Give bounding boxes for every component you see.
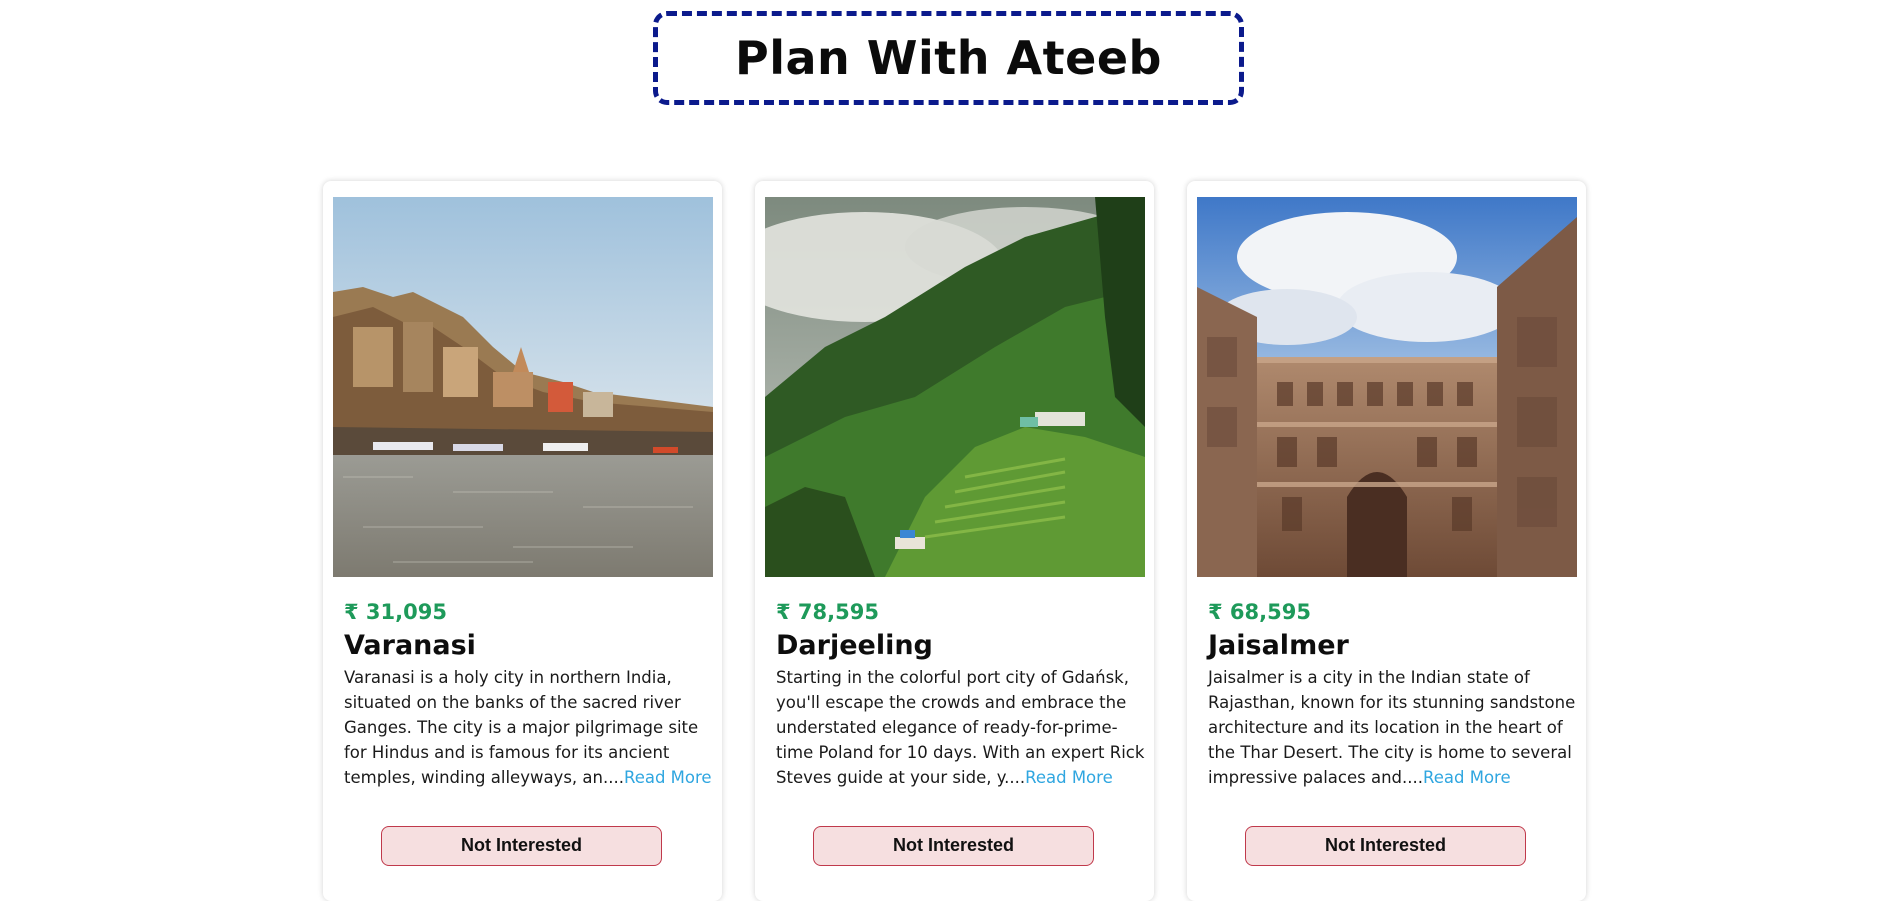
tour-name: Varanasi — [344, 630, 476, 661]
read-more-link[interactable]: Read More — [1423, 768, 1511, 787]
tour-card-darjeeling: ₹ 78,595 Darjeeling Starting in the colo… — [755, 181, 1154, 901]
tour-description: Jaisalmer is a city in the Indian state … — [1208, 665, 1578, 790]
tour-price: ₹ 31,095 — [344, 600, 447, 624]
read-more-link[interactable]: Read More — [624, 768, 712, 787]
tour-image — [1197, 197, 1577, 577]
not-interested-button[interactable]: Not Interested — [813, 826, 1094, 866]
jaisalmer-palace-photo — [1197, 197, 1577, 577]
tour-card-varanasi: ₹ 31,095 Varanasi Varanasi is a holy cit… — [323, 181, 722, 901]
tour-description: Varanasi is a holy city in northern Indi… — [344, 665, 714, 790]
header-title-box: Plan With Ateeb — [653, 11, 1244, 105]
tour-image — [765, 197, 1145, 577]
tour-description-text: Jaisalmer is a city in the Indian state … — [1208, 668, 1576, 787]
not-interested-button[interactable]: Not Interested — [1245, 826, 1526, 866]
darjeeling-hills-photo — [765, 197, 1145, 577]
tour-image — [333, 197, 713, 577]
not-interested-button[interactable]: Not Interested — [381, 826, 662, 866]
tour-price: ₹ 68,595 — [1208, 600, 1311, 624]
tour-name: Darjeeling — [776, 630, 933, 661]
varanasi-ghats-photo — [333, 197, 713, 577]
page-title: Plan With Ateeb — [735, 31, 1162, 85]
tour-name: Jaisalmer — [1208, 630, 1349, 661]
read-more-link[interactable]: Read More — [1025, 768, 1113, 787]
tour-description: Starting in the colorful port city of Gd… — [776, 665, 1146, 790]
tour-card-jaisalmer: ₹ 68,595 Jaisalmer Jaisalmer is a city i… — [1187, 181, 1586, 901]
tour-price: ₹ 78,595 — [776, 600, 879, 624]
